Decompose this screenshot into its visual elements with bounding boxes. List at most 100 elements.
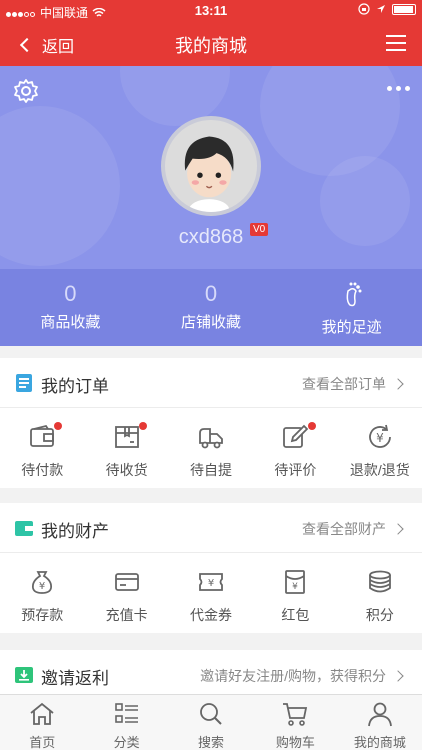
asset-recharge-card[interactable]: 充值卡 [84, 553, 168, 633]
asset-voucher-label: 代金券 [190, 607, 233, 623]
assets-title: 我的财产 [41, 522, 109, 541]
order-refund-return[interactable]: ¥ 退款/退货 [338, 408, 422, 488]
product-favorites[interactable]: 0 商品收藏 [0, 269, 141, 346]
page-title: 我的商城 [175, 36, 247, 56]
order-pending-payment[interactable]: 待付款 [0, 408, 84, 488]
order-pending-pickup[interactable]: 待自提 [169, 408, 253, 488]
wallet-icon [30, 424, 55, 447]
invite-download-icon [15, 667, 33, 683]
svg-text:¥: ¥ [376, 431, 384, 445]
orders-section: 我的订单 查看全部订单 待付款 待收货 待自提 待评价 ¥ 退款/退货 [0, 358, 422, 488]
order-list-icon [16, 374, 32, 392]
avatar-boy-icon [184, 136, 234, 212]
view-all-assets-label: 查看全部财产 [302, 521, 386, 537]
tab-home[interactable]: 首页 [0, 695, 84, 750]
orders-header[interactable]: 我的订单 查看全部订单 [0, 358, 422, 408]
browse-history-label: 我的足迹 [321, 319, 382, 336]
redpacket-icon: ¥ [285, 570, 306, 594]
user-icon [367, 702, 392, 727]
moneybag-icon: ¥ [32, 571, 53, 594]
chevron-right-icon [392, 378, 404, 390]
asset-prepaid-deposit-label: 预存款 [21, 607, 64, 623]
battery-icon [392, 3, 416, 15]
footprint-icon [346, 282, 362, 307]
svg-text:¥: ¥ [208, 578, 214, 589]
svg-text:¥: ¥ [39, 581, 45, 592]
tab-category[interactable]: 分类 [84, 695, 168, 750]
profile-header: cxd868 V0 0 商品收藏 0 店铺收藏 我的足迹 [0, 66, 422, 346]
username: cxd868 [178, 226, 244, 248]
assets-grid: ¥ 预存款 充值卡 ¥ 代金券 ¥ 红包 积分 [0, 553, 422, 633]
order-pending-payment-label: 待付款 [21, 462, 64, 478]
svg-text:¥: ¥ [293, 582, 299, 592]
view-all-orders-link[interactable]: 查看全部订单 [302, 374, 404, 394]
status-bar: 中国联通 13:11 [0, 0, 422, 22]
assets-section: 我的财产 查看全部财产 ¥ 预存款 充值卡 ¥ 代金券 ¥ 红包 积分 [0, 503, 422, 633]
asset-red-packet-label: 红包 [281, 607, 310, 623]
wallet-header-icon [15, 521, 33, 536]
category-icon [114, 703, 138, 723]
avatar[interactable] [161, 116, 261, 216]
assets-header[interactable]: 我的财产 查看全部财产 [0, 503, 422, 553]
orders-grid: 待付款 待收货 待自提 待评价 ¥ 退款/退货 [0, 408, 422, 488]
menu-icon[interactable] [386, 35, 406, 53]
tab-category-label: 分类 [113, 735, 140, 750]
home-icon [30, 702, 54, 725]
tab-home-label: 首页 [29, 735, 56, 750]
location-icon [377, 5, 385, 13]
product-favorites-label: 商品收藏 [40, 314, 101, 331]
tab-cart[interactable]: 购物车 [253, 695, 337, 750]
order-pending-receipt-label: 待收货 [105, 462, 148, 478]
tab-my-mall[interactable]: 我的商城 [338, 695, 422, 750]
browse-history[interactable]: 我的足迹 [281, 269, 422, 346]
voucher-icon: ¥ [199, 573, 223, 591]
chevron-right-icon [392, 670, 404, 682]
product-favorites-count: 0 [64, 281, 77, 306]
stats-row: 0 商品收藏 0 店铺收藏 我的足迹 [0, 269, 422, 346]
cart-icon [283, 703, 308, 726]
invite-header[interactable]: 邀请返利 邀请好友注册/购物，获得积分 [0, 650, 422, 700]
order-pending-receipt[interactable]: 待收货 [84, 408, 168, 488]
level-badge: V0 [250, 223, 269, 236]
card-icon [114, 573, 139, 591]
invite-link-label: 邀请好友注册/购物，获得积分 [200, 668, 386, 684]
truck-icon [199, 428, 223, 449]
asset-points-label: 积分 [365, 607, 394, 623]
order-pending-review[interactable]: 待评价 [253, 408, 337, 488]
order-pending-review-label: 待评价 [274, 462, 317, 478]
asset-recharge-card-label: 充值卡 [105, 607, 148, 623]
asset-red-packet[interactable]: ¥ 红包 [253, 553, 337, 633]
invite-title: 邀请返利 [41, 669, 109, 688]
notification-dot [307, 422, 316, 430]
coins-icon [368, 570, 391, 593]
chevron-right-icon [392, 523, 404, 535]
order-refund-return-label: 退款/退货 [349, 462, 410, 478]
settings-gear-icon[interactable] [13, 78, 39, 104]
tab-search[interactable]: 搜索 [169, 695, 253, 750]
view-all-assets-link[interactable]: 查看全部财产 [302, 519, 404, 539]
invite-link[interactable]: 邀请好友注册/购物，获得积分 [200, 666, 404, 686]
notification-dot [54, 422, 63, 430]
nav-bar: 返回 我的商城 [0, 22, 422, 66]
asset-prepaid-deposit[interactable]: ¥ 预存款 [0, 553, 84, 633]
store-favorites-count: 0 [204, 281, 218, 306]
more-options-icon[interactable] [387, 86, 410, 91]
search-icon [200, 703, 222, 725]
orders-title: 我的订单 [41, 377, 109, 396]
view-all-orders-label: 查看全部订单 [302, 376, 386, 392]
invite-section[interactable]: 邀请返利 邀请好友注册/购物，获得积分 [0, 650, 422, 700]
asset-points[interactable]: 积分 [338, 553, 422, 633]
tab-cart-label: 购物车 [275, 735, 315, 750]
tab-my-mall-label: 我的商城 [353, 735, 406, 750]
store-favorites-label: 店铺收藏 [181, 314, 242, 331]
rotation-lock-icon [358, 3, 370, 15]
asset-voucher[interactable]: ¥ 代金券 [169, 553, 253, 633]
tab-search-label: 搜索 [198, 735, 225, 750]
edit-icon [283, 424, 309, 448]
notification-dot [138, 422, 147, 430]
refund-icon: ¥ [368, 424, 391, 448]
box-icon [114, 426, 139, 448]
order-pending-pickup-label: 待自提 [190, 462, 233, 478]
tab-bar: 首页 分类 搜索 购物车 我的商城 [0, 694, 422, 750]
store-favorites[interactable]: 0 店铺收藏 [141, 269, 282, 346]
